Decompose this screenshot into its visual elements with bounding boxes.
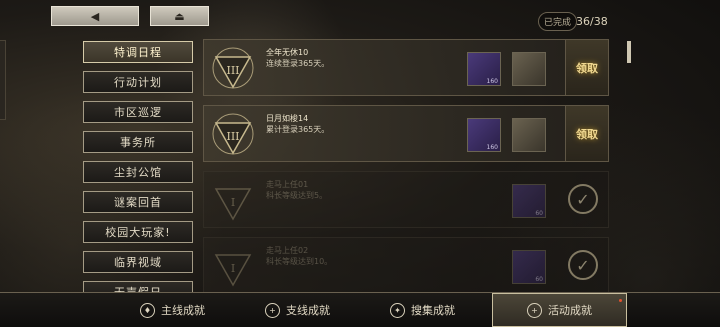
sidebar-item-6[interactable]: 谜案回首 [83, 191, 193, 213]
completed-check-icon: ✓ [568, 250, 598, 280]
main-achievement-icon: ♦ [140, 302, 155, 318]
chest-reward-icon[interactable] [512, 118, 546, 152]
back-arrow-icon: ◀ [90, 9, 100, 23]
sidebar-item-3[interactable]: 市区巡逻 [83, 101, 193, 123]
sidebar-item-4[interactable]: 事务所 [83, 131, 193, 153]
back-button[interactable]: ◀ [51, 6, 139, 26]
svg-text:I: I [231, 196, 235, 209]
rank-emblem-icon: I [214, 254, 252, 287]
notification-dot [619, 299, 622, 302]
chest-reward-icon[interactable] [512, 52, 546, 86]
achievement-card: III 全年无休10 连续登录365天。 160 领取 [203, 39, 609, 96]
achievement-description: 累计登录365天。 [266, 125, 330, 134]
sidebar-item-8[interactable]: 临界视域 [83, 251, 193, 273]
achievement-card: III 日月如梭14 累计登录365天。 160 领取 [203, 105, 609, 162]
tab-main-achievement[interactable]: ♦ 主线成就 [110, 293, 235, 327]
collapse-icon: ⏏ [174, 9, 185, 23]
tab-collect-achievement[interactable]: ✦ 搜集成就 [360, 293, 485, 327]
achievement-title: 全年无休10 [266, 48, 309, 57]
completed-check-icon: ✓ [568, 184, 598, 214]
tab-side-achievement[interactable]: + 支线成就 [235, 293, 360, 327]
left-edge-tab[interactable] [0, 40, 6, 120]
achievement-description: 科长等级达到10。 [266, 257, 333, 266]
sidebar-item-2[interactable]: 行动计划 [83, 71, 193, 93]
rank-emblem-icon: III [212, 113, 254, 155]
achievement-title: 走马上任02 [266, 246, 309, 255]
svg-text:III: III [226, 64, 239, 77]
completed-count: 36/38 [576, 15, 608, 28]
achievement-list: III 全年无休10 连续登录365天。 160 领取 III 日月如梭14 累… [203, 39, 609, 303]
side-achievement-icon: + [265, 302, 280, 318]
achievement-card: I 走马上任01 科长等级达到5。 60 ✓ [203, 171, 609, 228]
achievement-title: 走马上任01 [266, 180, 309, 189]
vinyl-reward-icon[interactable]: 160 [467, 118, 501, 152]
sidebar-item-7[interactable]: 校园大玩家! [83, 221, 193, 243]
sidebar-item-5[interactable]: 尘封公馆 [83, 161, 193, 183]
svg-text:III: III [226, 130, 239, 143]
rank-emblem-icon: III [212, 47, 254, 89]
claim-button[interactable]: 领取 [565, 106, 608, 161]
rank-emblem-icon: I [214, 188, 252, 221]
bottom-tab-bar: ♦ 主线成就 + 支线成就 ✦ 搜集成就 + 活动成就 [0, 292, 720, 327]
completed-label: 已完成 [538, 12, 578, 31]
vinyl-reward-icon[interactable]: 160 [467, 52, 501, 86]
achievement-title: 日月如梭14 [266, 114, 309, 123]
vinyl-reward-icon[interactable]: 60 [512, 250, 546, 284]
list-scrollbar[interactable] [627, 41, 631, 63]
claim-button[interactable]: 领取 [565, 40, 608, 95]
achievement-card: I 走马上任02 科长等级达到10。 60 ✓ [203, 237, 609, 294]
achievement-description: 科长等级达到5。 [266, 191, 328, 200]
collapse-button[interactable]: ⏏ [150, 6, 209, 26]
sidebar-item-1[interactable]: 特调日程 [83, 41, 193, 63]
vinyl-reward-icon[interactable]: 60 [512, 184, 546, 218]
category-sidebar: 特调日程 行动计划 市区巡逻 事务所 尘封公馆 谜案回首 校园大玩家! 临界视域… [83, 41, 193, 311]
event-achievement-icon: + [527, 302, 542, 318]
collect-achievement-icon: ✦ [390, 302, 405, 318]
achievement-description: 连续登录365天。 [266, 59, 330, 68]
svg-text:I: I [231, 262, 235, 275]
tab-event-achievement[interactable]: + 活动成就 [492, 293, 627, 327]
